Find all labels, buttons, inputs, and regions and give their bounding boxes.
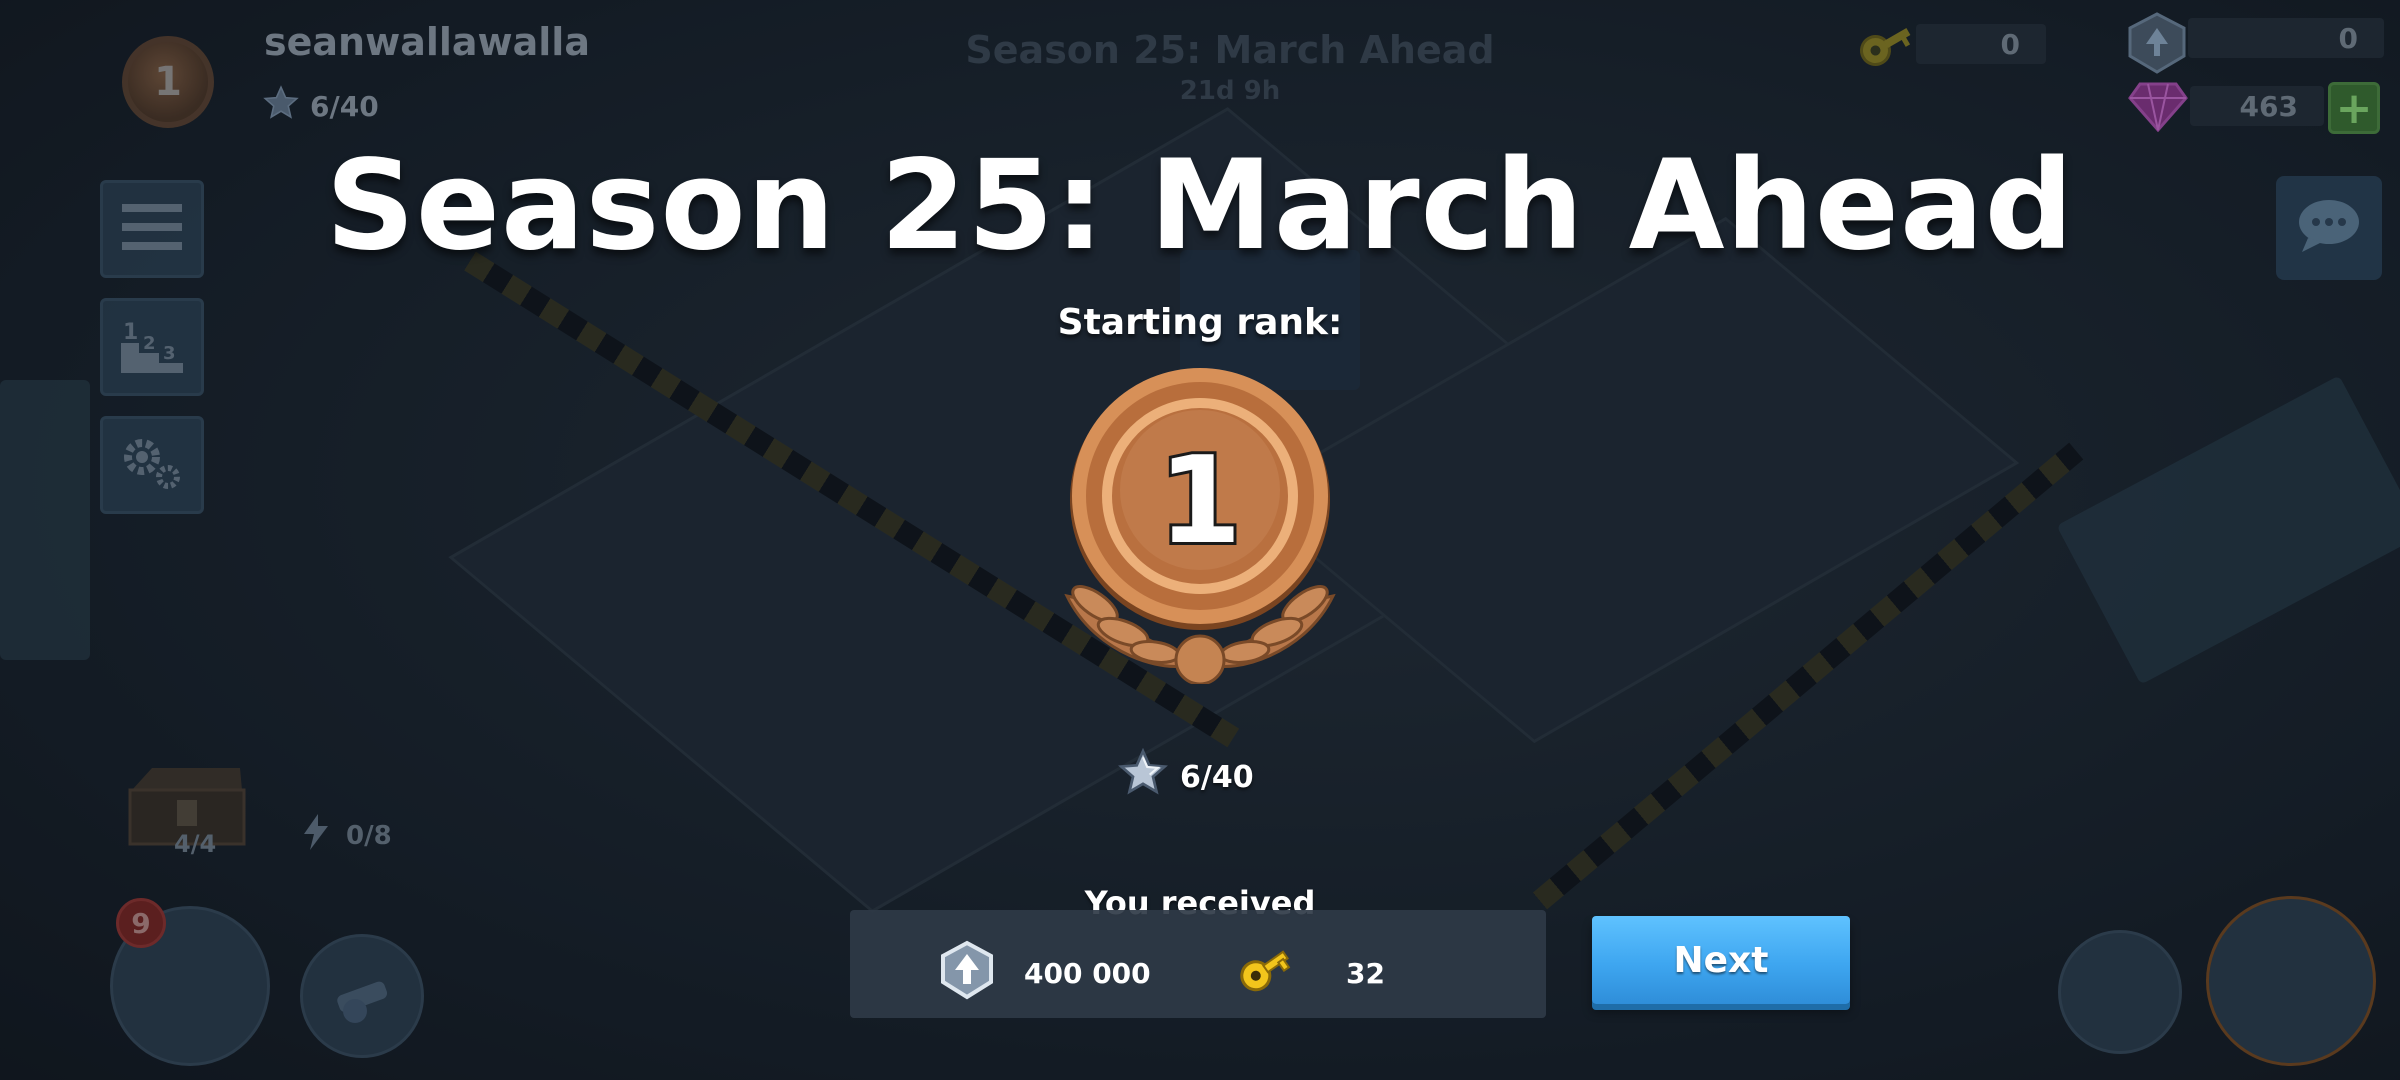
- settings-button[interactable]: [100, 416, 204, 514]
- tokens-counter: 0: [2188, 18, 2384, 58]
- bolt-icon: [296, 812, 336, 859]
- chest-count: 4/4: [174, 830, 217, 858]
- keys-value: 0: [2000, 27, 2020, 61]
- token-icon: [938, 940, 996, 1007]
- star-icon: [1118, 747, 1168, 806]
- buy-diamonds-button[interactable]: +: [2328, 82, 2380, 134]
- plus-icon: +: [2335, 82, 2373, 134]
- next-button[interactable]: Next: [1592, 916, 1850, 1004]
- bolts-value: 0/8: [346, 820, 392, 851]
- reward-tokens: 400 000: [938, 940, 1151, 1007]
- diamonds-value: 463: [2239, 89, 2298, 123]
- bolts-counter: 0/8: [296, 812, 392, 859]
- rank-stars-value: 6/40: [1180, 759, 1254, 795]
- reward-tokens-value: 400 000: [1024, 957, 1151, 990]
- tokens-value: 0: [2338, 21, 2358, 55]
- keys-counter: 0: [1916, 24, 2046, 64]
- rank-stars: 6/40: [1118, 747, 1254, 806]
- rank-medal: 1: [1055, 364, 1345, 686]
- map-button[interactable]: [2058, 930, 2182, 1054]
- diamonds-counter: 463: [2190, 86, 2324, 126]
- gear-icon: [116, 431, 188, 499]
- key-icon: [1852, 14, 1918, 80]
- key-icon: [1234, 940, 1294, 1007]
- cannon-icon: [329, 967, 401, 1031]
- season-title: Season 25: March Ahead: [325, 134, 2075, 278]
- season-timer: 21d 9h: [1179, 76, 1281, 106]
- rank-number: 1: [1155, 429, 1245, 574]
- token-icon: [2124, 10, 2190, 80]
- starting-rank-label: Starting rank:: [1057, 302, 1343, 343]
- reward-keys-value: 32: [1346, 957, 1385, 990]
- diamond-icon: [2128, 80, 2188, 136]
- svg-text:3: 3: [163, 343, 176, 364]
- attack-button[interactable]: [300, 934, 424, 1058]
- reward-keys: 32: [1234, 940, 1385, 1007]
